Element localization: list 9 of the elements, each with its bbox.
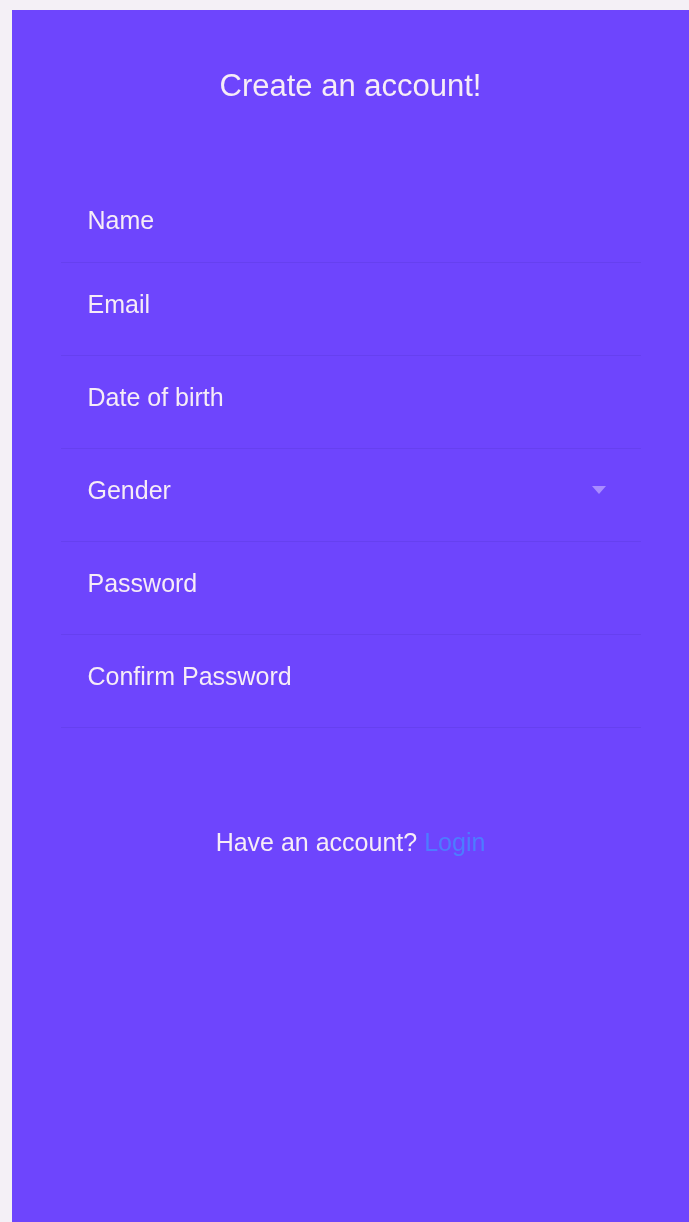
input-field[interactable]: Date of birth xyxy=(87,379,614,415)
input-field[interactable]: Email xyxy=(87,286,614,322)
form-title: Create an account! xyxy=(219,68,482,104)
gender-select[interactable]: Gender xyxy=(87,472,614,508)
caret-icon xyxy=(591,486,606,494)
input-field[interactable]: Confirm Password xyxy=(87,658,614,694)
account-prompt: Have an account? xyxy=(215,828,418,857)
input-field[interactable]: Name xyxy=(87,202,614,238)
input-field[interactable]: Password xyxy=(87,565,614,601)
